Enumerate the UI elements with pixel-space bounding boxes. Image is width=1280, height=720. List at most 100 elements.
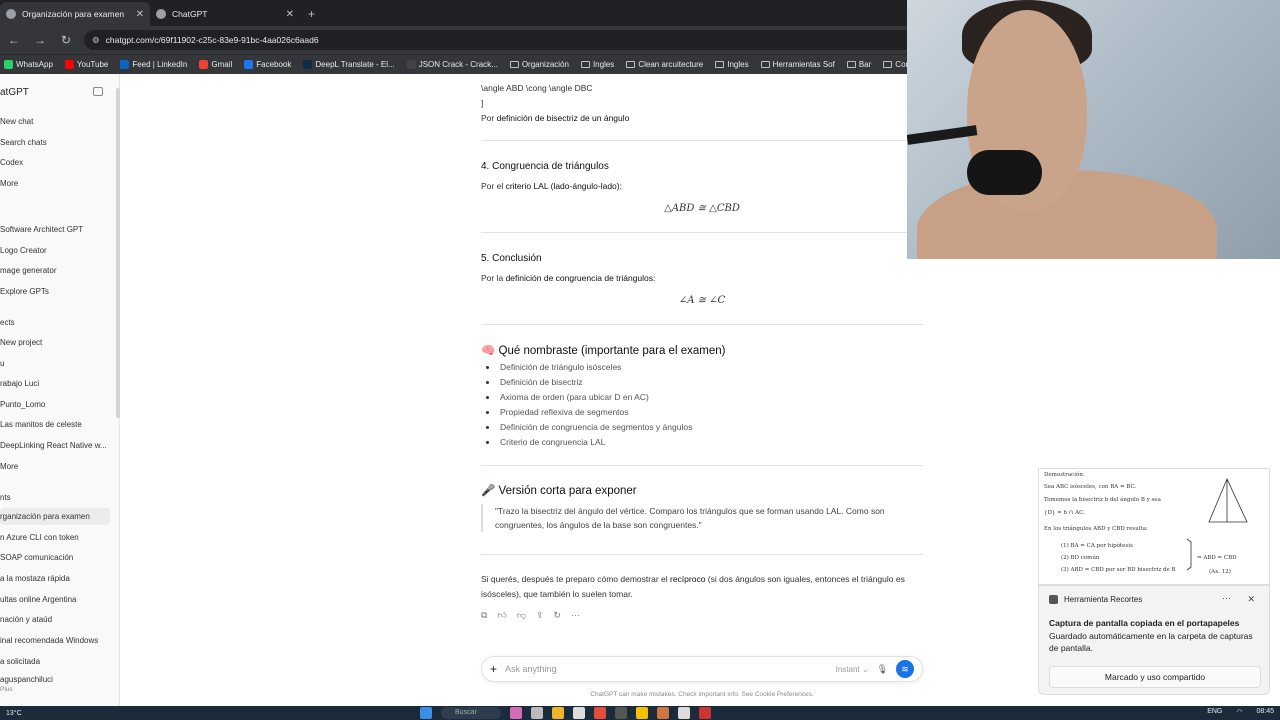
sidebar-chat[interactable]: a la mostaza rápida — [0, 574, 112, 583]
sidebar-gpt-image-generator[interactable]: mage generator — [0, 266, 112, 275]
plus-icon[interactable]: + — [490, 662, 497, 676]
sidebar-scrollbar[interactable] — [116, 88, 120, 418]
bookmark-item[interactable]: WhatsApp — [4, 60, 53, 69]
bookmark-label: JSON Crack - Crack... — [418, 60, 498, 69]
clock[interactable]: 08:45 — [1256, 708, 1274, 716]
snip-line: (3) ABD = CBD por ser BD bisectriz de B — [1061, 566, 1176, 573]
sidebar-project[interactable]: Punto_Lomo — [0, 400, 112, 409]
notification-more-button[interactable]: ··· — [1222, 593, 1231, 603]
sidebar-explore-gpts[interactable]: Explore GPTs — [0, 287, 112, 296]
app-icon[interactable] — [657, 707, 669, 719]
sidebar-gpt-software-architect[interactable]: Software Architect GPT — [0, 225, 112, 234]
text-prefix: Por la — [481, 273, 506, 283]
sidebar-project[interactable]: DeepLinking React Native w... — [0, 441, 112, 450]
sidebar-chat[interactable]: inal recomendada Windows — [0, 636, 112, 645]
sidebar-project-new[interactable]: New project — [0, 338, 112, 347]
text-bold: definición de bisectriz de un ángulo — [496, 113, 630, 123]
file-explorer-icon[interactable] — [552, 707, 564, 719]
share-icon[interactable]: ⇪ — [536, 610, 544, 621]
bookmark-item[interactable]: Herramientas Sof — [760, 60, 835, 69]
microphone-icon[interactable]: 🎙︎ — [877, 664, 888, 675]
list-item: Definición de bisectriz — [481, 375, 923, 390]
bookmark-item[interactable]: Organización — [509, 60, 569, 69]
wifi-icon[interactable]: ◠ — [1236, 708, 1242, 716]
bookmark-label: Feed | LinkedIn — [132, 60, 188, 69]
snipping-tool-icon — [1049, 595, 1058, 604]
back-icon[interactable]: ← — [6, 33, 22, 47]
bookmark-item[interactable]: Clean arcuitecture — [626, 60, 703, 69]
close-tab-icon[interactable]: ✕ — [286, 9, 294, 20]
tab-title: Organización para examen — [22, 9, 125, 19]
more-icon[interactable]: ··· — [571, 610, 580, 621]
sidebar-toggle-icon[interactable] — [93, 87, 103, 96]
bookmark-label: Facebook — [256, 60, 292, 69]
bookmark-item[interactable]: Ingles — [580, 60, 614, 69]
notification-close-button[interactable]: ✕ — [1247, 594, 1255, 605]
markup-share-button[interactable]: Marcado y uso compartido — [1049, 666, 1261, 688]
sidebar-gpt-logo-creator[interactable]: Logo Creator — [0, 246, 112, 255]
start-icon[interactable] — [420, 707, 432, 719]
app-icon[interactable] — [615, 707, 627, 719]
copy-icon[interactable]: ⧉ — [481, 610, 487, 621]
sidebar-project[interactable]: u — [0, 359, 112, 368]
taskbar-search[interactable]: Buscar — [441, 707, 501, 719]
thumbs-up-icon[interactable]: 👍︎ — [497, 610, 506, 621]
chatgpt-icon[interactable] — [678, 707, 690, 719]
sidebar-item-codex[interactable]: Codex — [0, 158, 112, 167]
store-icon[interactable] — [573, 707, 585, 719]
sidebar-chat[interactable]: a solicitada — [0, 657, 112, 666]
bookmark-item[interactable]: Ingles — [715, 60, 749, 69]
new-tab-button[interactable]: + — [300, 2, 323, 26]
tab-organizacion[interactable]: Organización para examen ✕ — [0, 2, 150, 26]
site-info-icon[interactable]: ⚙ — [92, 35, 100, 46]
close-tab-icon[interactable]: ✕ — [136, 9, 144, 20]
sidebar-chat-active[interactable]: rganización para examen — [0, 512, 112, 521]
reload-icon[interactable]: ↻ — [58, 33, 74, 47]
bookmark-item[interactable]: Feed | LinkedIn — [120, 60, 187, 69]
sidebar-project[interactable]: Las manitos de celeste — [0, 420, 112, 429]
user-plan: Plus — [0, 686, 13, 693]
address-bar[interactable]: ⚙ chatgpt.com/c/69f11902-c25c-83e9-91bc-… — [84, 30, 954, 50]
tab-chatgpt[interactable]: ChatGPT ✕ — [150, 2, 300, 26]
app-icon[interactable] — [699, 707, 711, 719]
forward-icon[interactable]: → — [32, 33, 48, 47]
voice-mode-button[interactable]: ≋ — [896, 660, 914, 678]
sidebar-chat[interactable]: n Azure CLI con token — [0, 533, 112, 542]
snipping-tool-notification[interactable]: Herramienta Recortes ··· ✕ Captura de pa… — [1038, 585, 1270, 695]
sidebar-chat[interactable]: nación y ataúd — [0, 615, 112, 624]
section-4-formula: △ABD ≅ △CBD — [664, 203, 740, 214]
bookmark-label: WhatsApp — [16, 60, 53, 69]
bookmark-item[interactable]: Facebook — [244, 60, 291, 69]
bookmark-item[interactable]: Bar — [846, 60, 872, 69]
section-5-formula: ∠A ≅ ∠C — [678, 295, 726, 306]
bookmark-label: Bar — [858, 60, 872, 69]
composer-input[interactable]: Ask anything — [505, 664, 828, 674]
chrome-icon[interactable] — [594, 707, 606, 719]
bookmark-item[interactable]: YouTube — [64, 60, 108, 69]
list-item: Axioma de orden (para ubicar D en AC) — [481, 390, 923, 405]
sidebar-project[interactable]: rabajo Luci — [0, 379, 112, 388]
composer[interactable]: + Ask anything Instant ⌄ 🎙︎ ≋ — [481, 656, 923, 682]
task-view-icon[interactable] — [531, 707, 543, 719]
sidebar-chat[interactable]: SOAP comunicación — [0, 553, 112, 562]
bookmark-item[interactable]: JSON Crack - Crack... — [406, 60, 498, 69]
bookmark-item[interactable]: DeepL Translate - El... — [303, 60, 395, 69]
weather-widget[interactable]: 13°C — [6, 710, 22, 717]
widgets-icon[interactable] — [510, 707, 522, 719]
user-name[interactable]: aguspanchiluci — [0, 675, 112, 684]
sidebar-item-new-chat[interactable]: New chat — [0, 117, 112, 126]
snip-preview[interactable]: Demostración: Sea ABC isósceles, con BA … — [1038, 468, 1270, 585]
snip-line: Tomemos la bisectriz b del ángulo B y se… — [1044, 496, 1162, 503]
sidebar-item-more[interactable]: More — [0, 179, 112, 188]
brain-icon: 🧠 — [481, 345, 496, 357]
sidebar-projects-more[interactable]: More — [0, 462, 112, 471]
language-indicator[interactable]: ENG — [1207, 708, 1222, 716]
app-icon[interactable] — [636, 707, 648, 719]
sidebar-chat[interactable]: ultas online Argentina — [0, 595, 112, 604]
divider — [481, 140, 923, 141]
model-mode-select[interactable]: Instant ⌄ — [836, 665, 869, 674]
thumbs-down-icon[interactable]: 👎︎ — [517, 610, 526, 621]
bookmark-item[interactable]: Gmail — [199, 60, 232, 69]
sidebar-item-search-chats[interactable]: Search chats — [0, 138, 112, 147]
regenerate-icon[interactable]: ↻ — [554, 610, 562, 621]
